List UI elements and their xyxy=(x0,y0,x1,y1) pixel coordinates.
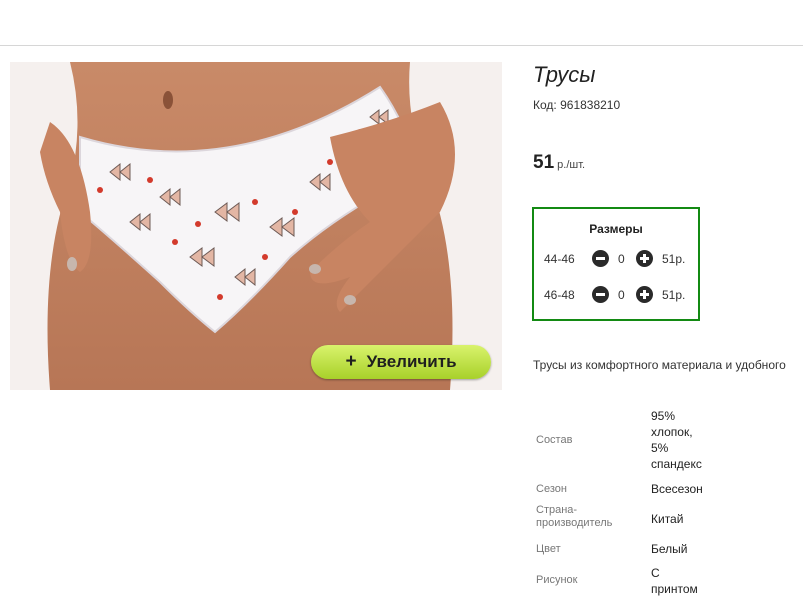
product-code-label: Код: xyxy=(533,98,557,112)
plus-circle-icon[interactable] xyxy=(636,286,653,303)
spec-value: 95% хлопок, 5% спандекс xyxy=(651,408,731,472)
spec-value-line: Белый xyxy=(651,542,688,556)
spec-key: Сезон xyxy=(536,483,567,496)
product-photo-illustration xyxy=(10,62,502,390)
spec-key-line: Страна- xyxy=(536,504,578,516)
size-row: 46-48 0 51р. xyxy=(534,285,698,305)
spec-value-line: 5% xyxy=(651,441,669,455)
spec-value-line: Всесезон xyxy=(651,482,703,496)
zoom-plus-icon: + xyxy=(345,351,357,372)
product-price: 51 р./шт. xyxy=(533,152,585,174)
header-divider xyxy=(0,45,803,46)
spec-value-line: принтом xyxy=(651,582,698,596)
size-price: 51р. xyxy=(662,288,686,302)
sizes-heading: Размеры xyxy=(589,222,643,236)
spec-key-line: Состав xyxy=(536,434,573,446)
zoom-button-label: Увеличить xyxy=(366,352,457,371)
spec-value: Всесезон xyxy=(651,481,731,497)
spec-key-line: Сезон xyxy=(536,483,567,495)
product-description: Трусы из комфортного материала и удобног… xyxy=(533,358,786,372)
size-price: 51р. xyxy=(662,252,686,266)
product-code: Код: 961838210 xyxy=(533,98,620,112)
spec-key: Цвет xyxy=(536,543,561,556)
product-title: Трусы xyxy=(533,62,596,87)
spec-value: Китай xyxy=(651,511,731,527)
plus-circle-icon[interactable] xyxy=(636,250,653,267)
spec-key-line: производитель xyxy=(536,517,613,529)
product-image[interactable] xyxy=(10,62,502,390)
spec-value: Белый xyxy=(651,541,731,557)
minus-circle-icon[interactable] xyxy=(592,286,609,303)
size-quantity: 0 xyxy=(618,288,625,302)
spec-value-line: Китай xyxy=(651,512,684,526)
spec-key: Страна- производитель xyxy=(536,504,612,530)
spec-key-line: Рисунок xyxy=(536,574,578,586)
size-selector: Размеры 44-46 0 51р. 46-48 0 51р. xyxy=(532,207,700,321)
zoom-button[interactable]: + Увеличить xyxy=(311,345,491,379)
size-label: 46-48 xyxy=(544,288,575,302)
size-row: 44-46 0 51р. xyxy=(534,249,698,269)
spec-key: Рисунок xyxy=(536,574,578,587)
spec-key-line: Цвет xyxy=(536,543,561,555)
spec-value-line: хлопок, xyxy=(651,425,693,439)
minus-circle-icon[interactable] xyxy=(592,250,609,267)
price-unit: р./шт. xyxy=(557,159,586,171)
size-quantity: 0 xyxy=(618,252,625,266)
spec-value-line: С xyxy=(651,566,660,580)
spec-key: Состав xyxy=(536,434,572,447)
spec-value-line: спандекс xyxy=(651,457,702,471)
spec-value: С принтом xyxy=(651,565,731,597)
size-label: 44-46 xyxy=(544,252,575,266)
spec-value-line: 95% xyxy=(651,409,676,423)
product-code-value: 961838210 xyxy=(560,98,621,112)
price-value: 51 xyxy=(533,152,555,173)
